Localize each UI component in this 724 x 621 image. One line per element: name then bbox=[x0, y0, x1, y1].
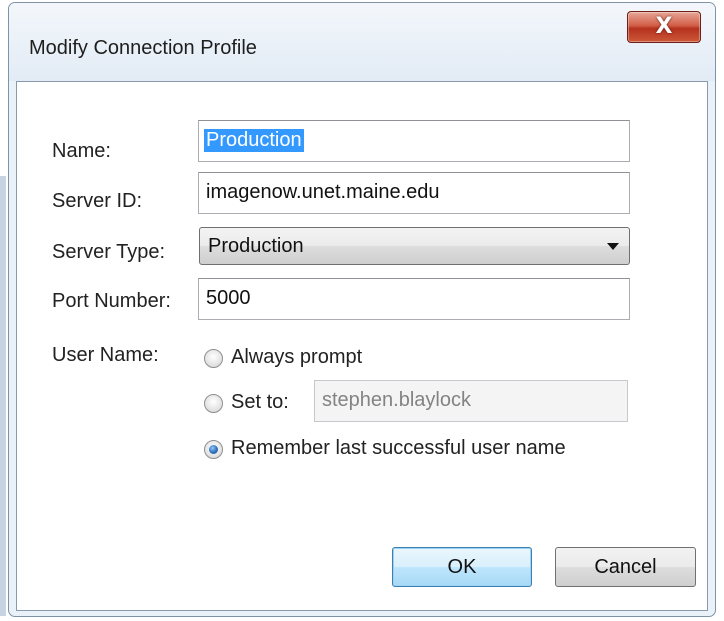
dialog-title: Modify Connection Profile bbox=[29, 37, 257, 59]
port-number-label: Port Number: bbox=[52, 290, 171, 312]
port-number-field[interactable]: 5000 bbox=[198, 278, 630, 320]
name-label: Name: bbox=[52, 140, 111, 162]
set-to-username-value: stephen.blaylock bbox=[322, 389, 471, 411]
user-name-label: User Name: bbox=[52, 344, 159, 366]
remember-last-user-radio[interactable] bbox=[204, 440, 223, 459]
set-to-label[interactable]: Set to: bbox=[231, 391, 289, 414]
chevron-down-icon bbox=[607, 243, 619, 250]
always-prompt-label[interactable]: Always prompt bbox=[231, 346, 362, 369]
modify-connection-profile-dialog: Modify Connection Profile X Name: Produc… bbox=[8, 2, 716, 617]
ok-button[interactable]: OK bbox=[392, 547, 532, 587]
server-id-label: Server ID: bbox=[52, 190, 143, 212]
server-type-label: Server Type: bbox=[52, 241, 166, 263]
close-icon: X bbox=[655, 14, 673, 39]
server-type-value: Production bbox=[208, 235, 304, 257]
server-id-field[interactable]: imagenow.unet.maine.edu bbox=[198, 172, 630, 214]
port-number-value: 5000 bbox=[206, 287, 251, 309]
remember-last-user-label[interactable]: Remember last successful user name bbox=[231, 437, 566, 460]
close-button[interactable]: X bbox=[627, 11, 701, 43]
cancel-button[interactable]: Cancel bbox=[555, 547, 696, 587]
background-window-edge bbox=[0, 176, 6, 616]
dialog-body: Name: Production Server ID: imagenow.une… bbox=[16, 81, 708, 611]
set-to-username-field[interactable]: stephen.blaylock bbox=[314, 380, 628, 422]
server-id-value: imagenow.unet.maine.edu bbox=[206, 181, 440, 203]
name-value: Production bbox=[204, 129, 304, 152]
set-to-radio[interactable] bbox=[204, 394, 223, 413]
always-prompt-radio[interactable] bbox=[204, 349, 223, 368]
title-bar: Modify Connection Profile X bbox=[9, 3, 715, 81]
name-field[interactable]: Production bbox=[198, 120, 630, 162]
server-type-select[interactable]: Production bbox=[199, 227, 630, 265]
